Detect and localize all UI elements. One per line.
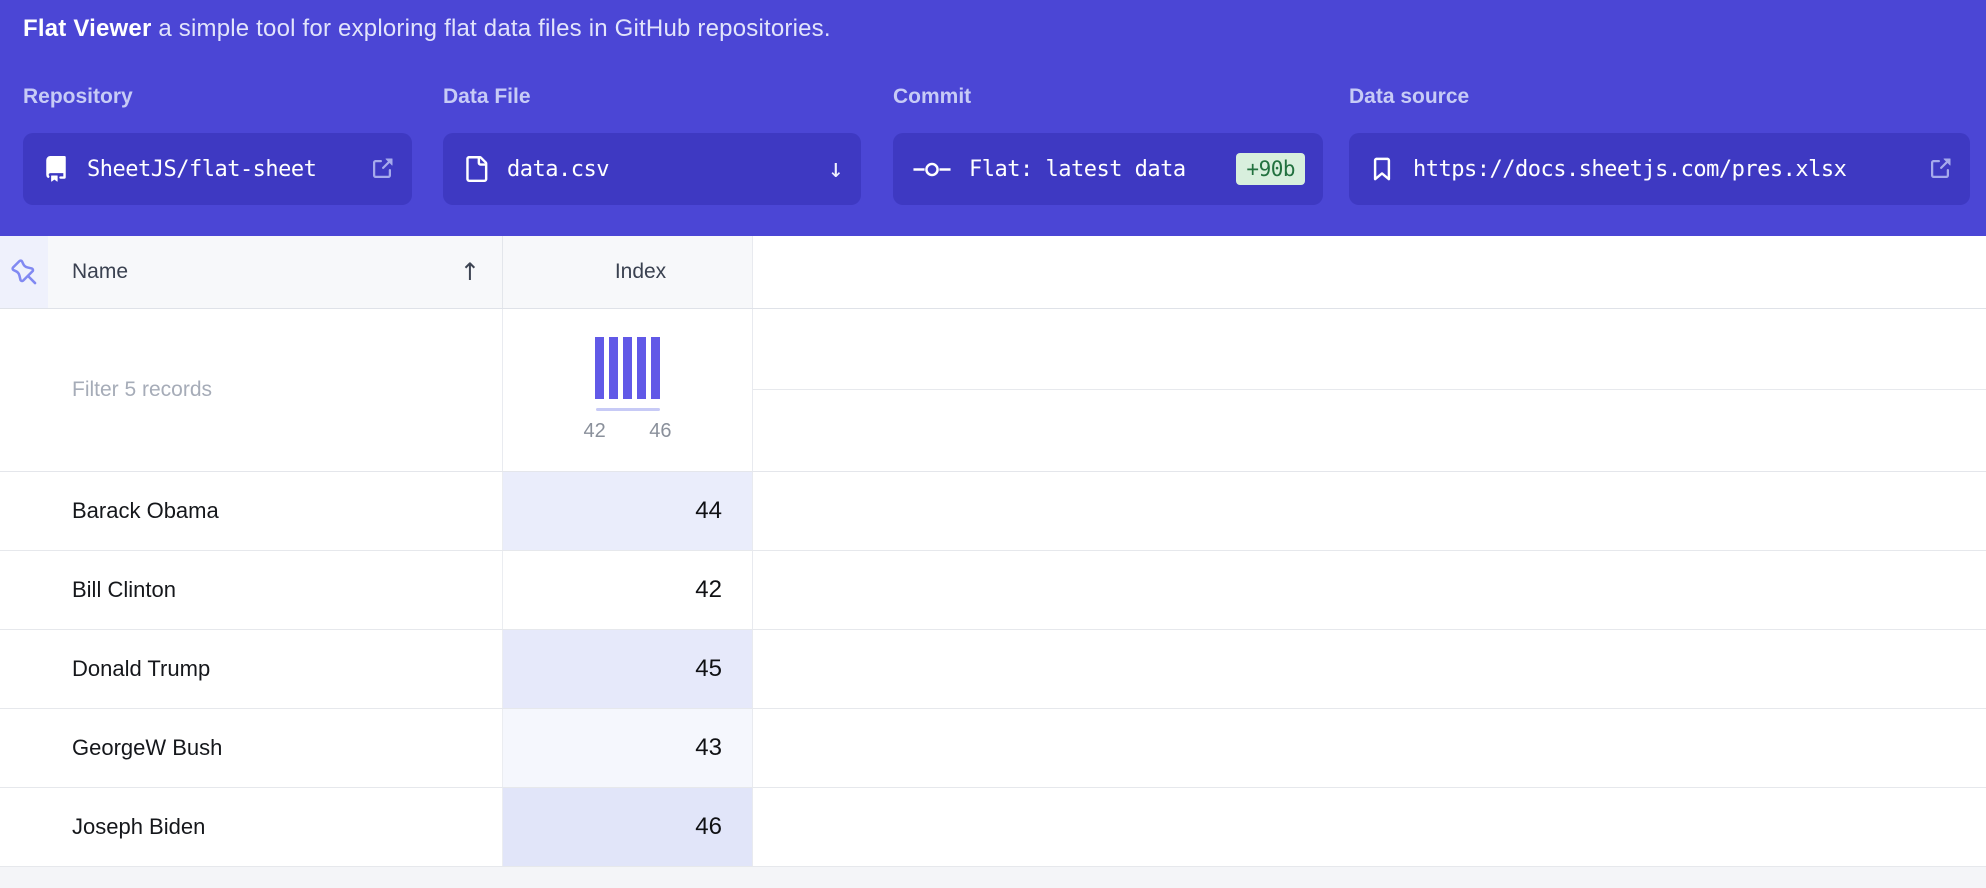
histogram-bar xyxy=(637,337,646,399)
filter-cell-index: 42 46 xyxy=(502,309,753,471)
histogram-bar xyxy=(609,337,618,399)
data-table: Name ↑ Index 42 46 Barack Obama 44 xyxy=(0,236,1986,867)
row-filler xyxy=(753,709,1986,787)
commit-control: Commit Flat: latest data +90b xyxy=(893,84,1323,205)
name-cell: Bill Clinton xyxy=(0,551,502,629)
histogram-min-label: 42 xyxy=(584,420,606,443)
column-header-index[interactable]: Index xyxy=(502,236,753,308)
external-link-icon xyxy=(370,157,394,181)
index-cell: 42 xyxy=(502,551,753,629)
app-name: Flat Viewer xyxy=(23,15,151,42)
page-title: Flat Viewer a simple tool for exploring … xyxy=(23,13,831,45)
histogram-bar xyxy=(595,337,604,399)
filter-cell-name xyxy=(0,309,502,471)
data-file-button[interactable]: data.csv ↓ xyxy=(443,133,861,205)
name-cell: GeorgeW Bush xyxy=(0,709,502,787)
app-banner: Flat Viewer a simple tool for exploring … xyxy=(0,0,1986,236)
name-cell: Barack Obama xyxy=(0,472,502,550)
pin-column-button[interactable] xyxy=(0,236,48,308)
table-row[interactable]: Barack Obama 44 xyxy=(0,472,1986,551)
column-header-index-label: Index xyxy=(615,260,666,284)
column-header-name[interactable]: Name ↑ xyxy=(48,236,502,308)
table-footer-strip xyxy=(0,867,1986,888)
git-commit-icon xyxy=(913,161,951,178)
filter-filler xyxy=(753,309,1986,471)
table-row[interactable]: GeorgeW Bush 43 xyxy=(0,709,1986,788)
file-icon xyxy=(463,156,489,182)
index-cell: 46 xyxy=(502,788,753,866)
commit-button[interactable]: Flat: latest data +90b xyxy=(893,133,1323,205)
table-row[interactable]: Joseph Biden 46 xyxy=(0,788,1986,867)
repository-control: Repository SheetJS/flat-sheet xyxy=(23,84,412,205)
histogram-bar xyxy=(623,337,632,399)
histogram-bar xyxy=(651,337,660,399)
index-cell: 43 xyxy=(502,709,753,787)
pin-icon xyxy=(11,259,38,286)
commit-message: Flat: latest data xyxy=(969,157,1218,182)
repository-label: Repository xyxy=(23,84,412,110)
data-file-value: data.csv xyxy=(507,157,810,182)
repo-book-icon xyxy=(43,156,69,182)
table-filter-row: 42 46 xyxy=(0,309,1986,472)
filter-input[interactable] xyxy=(0,309,502,471)
row-filler xyxy=(753,788,1986,866)
row-filler xyxy=(753,551,1986,629)
data-source-url: https://docs.sheetjs.com/pres.xlsx xyxy=(1413,157,1910,182)
table-row[interactable]: Bill Clinton 42 xyxy=(0,551,1986,630)
repository-value: SheetJS/flat-sheet xyxy=(87,157,352,182)
data-file-control: Data File data.csv ↓ xyxy=(443,84,861,205)
row-filler xyxy=(753,630,1986,708)
data-source-control: Data source https://docs.sheetjs.com/pre… xyxy=(1349,84,1970,205)
index-cell: 44 xyxy=(502,472,753,550)
sort-ascending-icon: ↑ xyxy=(460,258,480,286)
bookmark-icon xyxy=(1369,156,1395,182)
index-histogram[interactable] xyxy=(595,337,660,399)
histogram-range-labels: 42 46 xyxy=(584,420,672,443)
download-icon[interactable]: ↓ xyxy=(828,156,843,182)
table-body: Barack Obama 44 Bill Clinton 42 Donald T… xyxy=(0,472,1986,867)
diffstat-badge: +90b xyxy=(1236,153,1305,185)
external-link-icon xyxy=(1928,157,1952,181)
histogram-baseline xyxy=(596,408,660,411)
commit-label: Commit xyxy=(893,84,1323,110)
name-cell: Joseph Biden xyxy=(0,788,502,866)
index-cell: 45 xyxy=(502,630,753,708)
table-row[interactable]: Donald Trump 45 xyxy=(0,630,1986,709)
name-cell: Donald Trump xyxy=(0,630,502,708)
header-filler xyxy=(753,236,1986,308)
column-header-name-label: Name xyxy=(72,260,128,284)
data-source-button[interactable]: https://docs.sheetjs.com/pres.xlsx xyxy=(1349,133,1970,205)
data-source-label: Data source xyxy=(1349,84,1970,110)
app-tagline: a simple tool for exploring flat data fi… xyxy=(151,15,830,42)
row-filler xyxy=(753,472,1986,550)
data-file-label: Data File xyxy=(443,84,861,110)
table-header-row: Name ↑ Index xyxy=(0,236,1986,309)
histogram-max-label: 46 xyxy=(649,420,671,443)
repository-button[interactable]: SheetJS/flat-sheet xyxy=(23,133,412,205)
